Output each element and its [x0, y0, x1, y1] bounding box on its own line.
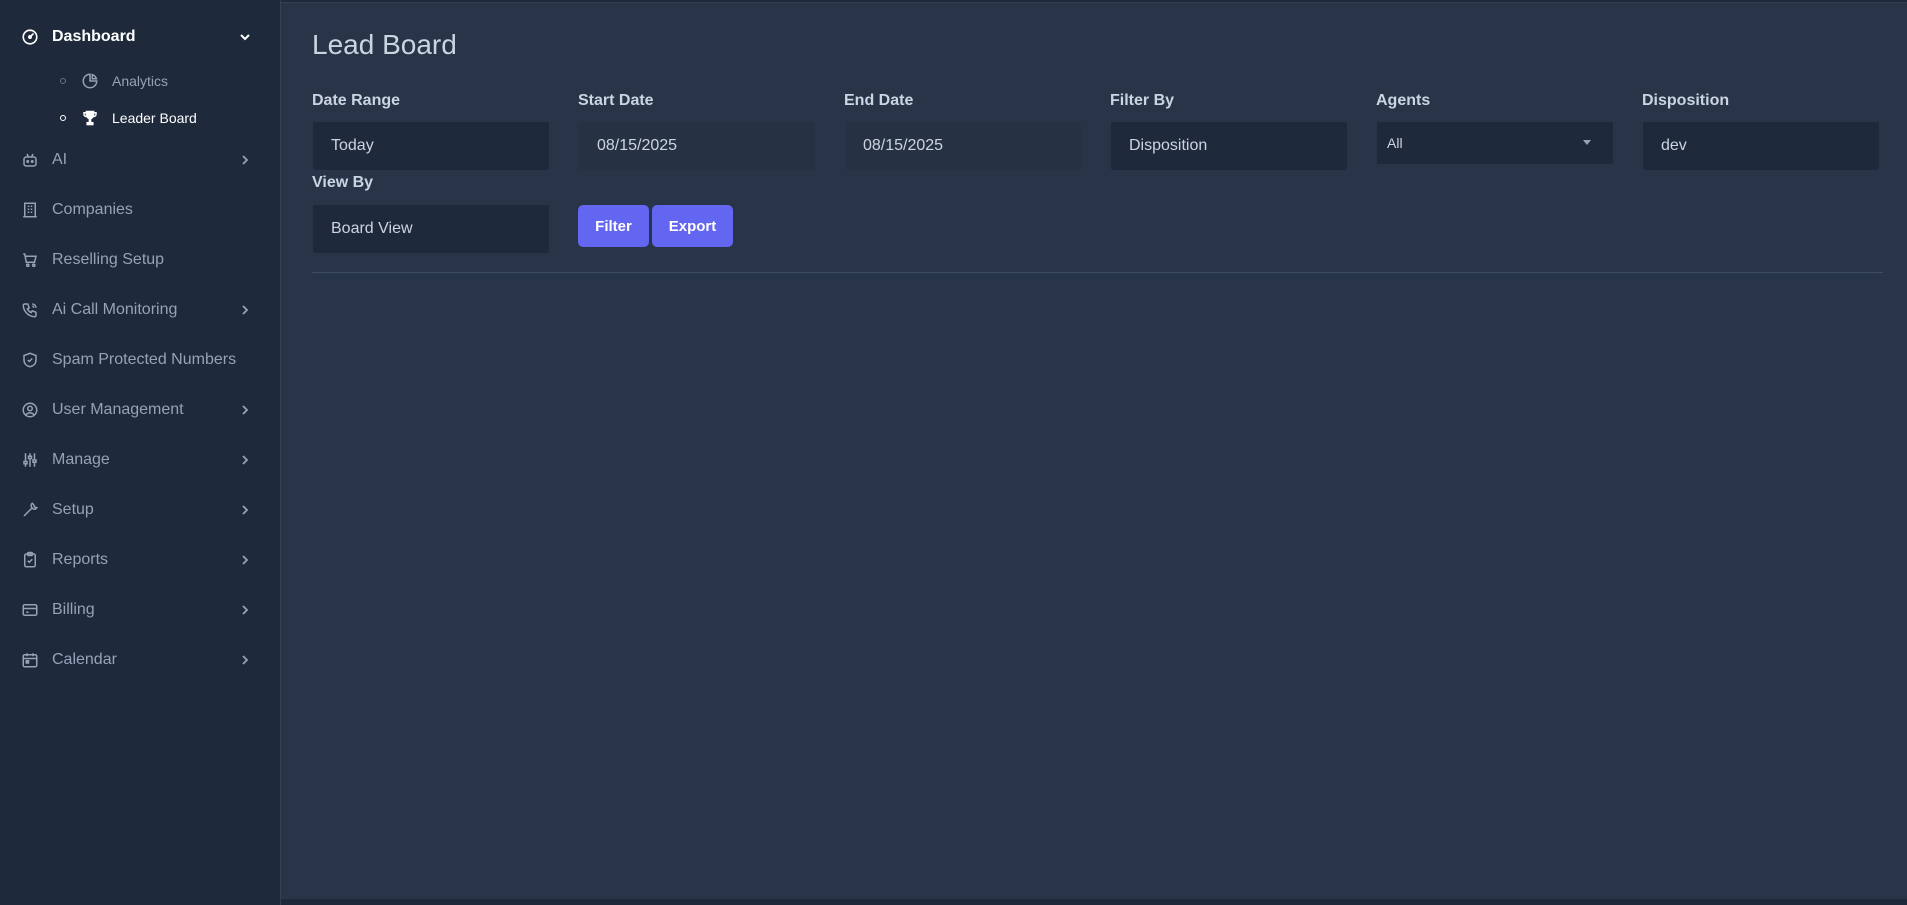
- chevron-right-icon: [239, 604, 251, 616]
- start-date-label: Start Date: [578, 92, 654, 109]
- phone-call-icon: [21, 301, 39, 319]
- chevron-down-icon: [239, 31, 251, 43]
- gauge-icon: [21, 28, 39, 46]
- main-content: Lead Board Date Range Today Start Date 0…: [281, 2, 1907, 900]
- sidebar: Dashboard Analytics Leader Board AI Comp…: [0, 0, 281, 905]
- sidebar-item-manage[interactable]: Manage: [0, 440, 280, 480]
- sidebar-item-label: User Management: [52, 401, 184, 418]
- user-circle-icon: [21, 401, 39, 419]
- divider: [312, 272, 1883, 273]
- page-title: Lead Board: [312, 29, 457, 60]
- sidebar-item-billing[interactable]: Billing: [0, 590, 280, 630]
- date-range-select[interactable]: Today: [313, 122, 549, 170]
- sidebar-item-setup[interactable]: Setup: [0, 490, 280, 530]
- chevron-right-icon: [239, 504, 251, 516]
- sidebar-item-user-management[interactable]: User Management: [0, 390, 280, 430]
- sidebar-item-label: Companies: [52, 201, 133, 218]
- sidebar-subitem-leader-board[interactable]: Leader Board: [0, 103, 280, 133]
- robot-icon: [21, 151, 39, 169]
- sidebar-item-label: Reselling Setup: [52, 251, 165, 268]
- bottom-bar: [281, 899, 1907, 905]
- chevron-right-icon: [239, 304, 251, 316]
- chevron-right-icon: [239, 454, 251, 466]
- sidebar-item-companies[interactable]: Companies: [0, 190, 280, 230]
- agents-select-value: All: [1387, 135, 1403, 151]
- disposition-label: Disposition: [1642, 92, 1730, 109]
- sidebar-item-ai-call-monitoring[interactable]: Ai Call Monitoring: [0, 290, 280, 330]
- shield-check-icon: [21, 351, 39, 369]
- end-date-field[interactable]: 08/15/2025: [845, 122, 1081, 170]
- chevron-right-icon: [239, 154, 251, 166]
- calendar-icon: [21, 651, 39, 669]
- bullet-icon: [60, 78, 66, 84]
- filter-by-label: Filter By: [1110, 92, 1175, 109]
- pie-chart-icon: [81, 72, 99, 90]
- sidebar-item-label: Calendar: [52, 651, 117, 668]
- sidebar-item-label: Billing: [52, 601, 95, 618]
- sidebar-item-label: Manage: [52, 451, 110, 468]
- chevron-right-icon: [239, 404, 251, 416]
- sidebar-subitem-analytics[interactable]: Analytics: [0, 66, 280, 96]
- credit-card-icon: [21, 601, 39, 619]
- sidebar-item-spam-protected-numbers[interactable]: Spam Protected Numbers: [0, 340, 280, 380]
- sidebar-item-label: Spam Protected Numbers: [52, 351, 237, 368]
- clipboard-icon: [21, 551, 39, 569]
- sidebar-subitem-label: Analytics: [112, 73, 169, 89]
- sidebar-subitem-label: Leader Board: [112, 110, 197, 126]
- sliders-icon: [21, 451, 39, 469]
- cart-icon: [21, 251, 39, 269]
- view-by-select[interactable]: Board View: [313, 205, 549, 253]
- start-date-field[interactable]: 08/15/2025: [579, 122, 815, 170]
- chevron-right-icon: [239, 654, 251, 666]
- filter-by-select[interactable]: Disposition: [1111, 122, 1347, 170]
- sidebar-item-reselling-setup[interactable]: Reselling Setup: [0, 240, 280, 280]
- caret-down-icon: [1583, 140, 1591, 145]
- sidebar-item-label: Reports: [52, 551, 109, 568]
- date-range-label: Date Range: [312, 92, 401, 109]
- trophy-icon: [81, 109, 99, 127]
- agents-select[interactable]: All: [1377, 122, 1613, 164]
- sidebar-item-ai[interactable]: AI: [0, 140, 280, 180]
- sidebar-item-label: Setup: [52, 501, 94, 518]
- chevron-right-icon: [239, 554, 251, 566]
- sidebar-item-label: AI: [52, 151, 68, 168]
- sidebar-item-reports[interactable]: Reports: [0, 540, 280, 580]
- sidebar-item-dashboard[interactable]: Dashboard: [0, 17, 280, 57]
- disposition-select[interactable]: dev: [1643, 122, 1879, 170]
- bullet-icon: [60, 115, 66, 121]
- sidebar-item-label: Ai Call Monitoring: [52, 301, 178, 318]
- export-button[interactable]: Export: [652, 205, 733, 247]
- wrench-icon: [21, 501, 39, 519]
- sidebar-item-calendar[interactable]: Calendar: [0, 640, 280, 680]
- filter-button[interactable]: Filter: [578, 205, 649, 247]
- building-icon: [21, 201, 39, 219]
- sidebar-item-label: Dashboard: [52, 28, 136, 45]
- view-by-label: View By: [312, 174, 374, 191]
- end-date-label: End Date: [844, 92, 914, 109]
- agents-label: Agents: [1376, 92, 1431, 109]
